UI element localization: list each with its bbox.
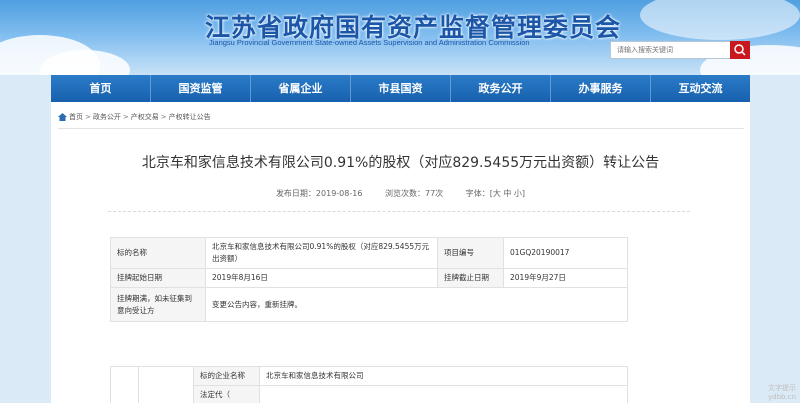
nav-item-services[interactable]: 办事服务 — [551, 75, 651, 102]
table-group-cell — [138, 366, 194, 403]
nav-item-supervision[interactable]: 国资监管 — [151, 75, 251, 102]
notice-table: 标的名称 北京车和家信息技术有限公司0.91%的股权（对应829.5455万元出… — [110, 237, 628, 322]
table-group-cell — [110, 366, 139, 403]
breadcrumb-separator: > — [122, 113, 129, 121]
table-cell: 01GQ20190017 — [503, 237, 628, 269]
article-title: 北京车和家信息技术有限公司0.91%的股权（对应829.5455万元出资额）转让… — [141, 155, 660, 171]
cloud-decoration — [640, 0, 800, 40]
table-row: 标的企业名称 北京车和家信息技术有限公司 — [110, 366, 628, 403]
nav-item-interaction[interactable]: 互动交流 — [651, 75, 750, 102]
nav-item-city-assets[interactable]: 市县国资 — [351, 75, 451, 102]
main-nav: 首页 国资监管 省属企业 市县国资 政务公开 办事服务 互动交流 — [51, 75, 750, 102]
article-meta: 发布日期：2019-08-16 浏览次数：77次 字体：[大 中 小] — [51, 188, 750, 199]
breadcrumb-separator: > — [160, 113, 167, 121]
watermark-line: 文字提示 — [768, 384, 796, 393]
breadcrumb-item-government-affairs[interactable]: 政务公开 — [93, 112, 121, 122]
enterprise-table: 标的企业名称 北京车和家信息技术有限公司 法定代（ — [110, 366, 628, 403]
table-label: 标的企业名称 — [193, 366, 260, 386]
search-button[interactable] — [730, 41, 750, 59]
breadcrumb-separator: > — [85, 113, 91, 121]
breadcrumb-item-transfer-notice[interactable]: 产权转让公告 — [169, 112, 211, 122]
search-icon — [734, 44, 746, 56]
font-size-switcher[interactable]: 字体：[大 中 小] — [466, 189, 525, 198]
table-row: 挂牌起始日期 2019年8月16日 挂牌截止日期 2019年9月27日 — [110, 268, 628, 288]
site-subtitle: Jiangsu Provincial Government State-owne… — [209, 38, 530, 47]
table-row: 标的名称 北京车和家信息技术有限公司0.91%的股权（对应829.5455万元出… — [110, 237, 628, 269]
table-label: 标的名称 — [110, 237, 206, 269]
watermark: 文字提示 ydbb.cn — [768, 384, 796, 401]
table-row: 挂牌期满，如未征集到意向受让方 变更公告内容，重新挂牌。 — [110, 287, 628, 322]
table-label: 挂牌起始日期 — [110, 268, 206, 288]
table-label: 挂牌截止日期 — [437, 268, 504, 288]
breadcrumb-item-property-trading[interactable]: 产权交易 — [131, 112, 159, 122]
view-count: 浏览次数：77次 — [384, 189, 444, 198]
table-cell: 北京车和家信息技术有限公司0.91%的股权（对应829.5455万元出资额） — [205, 237, 438, 269]
search-box — [610, 41, 750, 59]
search-input[interactable] — [611, 42, 729, 58]
nav-item-enterprises[interactable]: 省属企业 — [251, 75, 351, 102]
nav-item-home[interactable]: 首页 — [51, 75, 151, 102]
table-cell — [259, 385, 628, 403]
table-cell: 变更公告内容，重新挂牌。 — [205, 287, 628, 322]
table-label: 项目编号 — [437, 237, 504, 269]
table-cell: 2019年8月16日 — [205, 268, 438, 288]
breadcrumb-divider — [58, 128, 744, 129]
watermark-line: ydbb.cn — [768, 392, 796, 401]
breadcrumb: 首页 > 政务公开 > 产权交易 > 产权转让公告 — [58, 112, 211, 122]
site-header: 江苏省政府国有资产监督管理委员会 Jiangsu Provincial Gove… — [0, 0, 800, 75]
home-icon — [58, 113, 67, 121]
table-cell: 2019年9月27日 — [503, 268, 628, 288]
table-label: 挂牌期满，如未征集到意向受让方 — [110, 287, 206, 322]
nav-item-government-affairs[interactable]: 政务公开 — [451, 75, 551, 102]
table-label: 法定代（ — [193, 385, 260, 403]
meta-divider — [108, 211, 690, 212]
publish-date: 发布日期：2019-08-16 — [275, 189, 363, 198]
table-cell: 北京车和家信息技术有限公司 — [259, 366, 628, 386]
breadcrumb-item-home[interactable]: 首页 — [69, 112, 83, 122]
